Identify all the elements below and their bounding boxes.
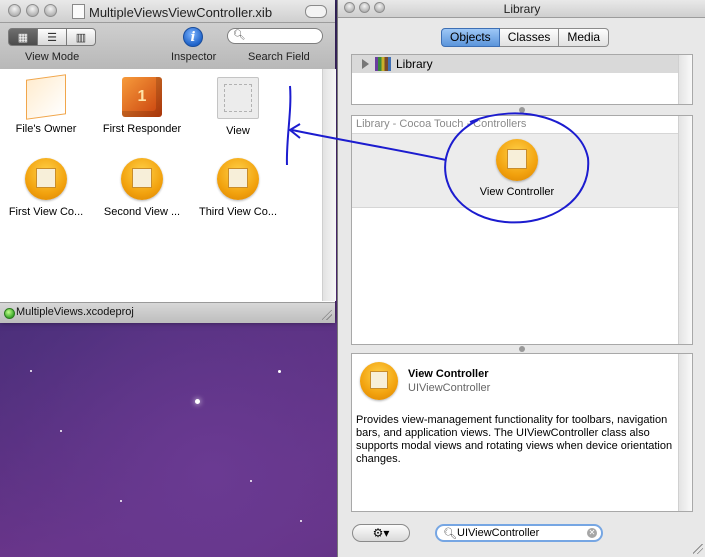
object-label: Second View ... [103, 206, 181, 218]
files-owner-cube-icon [26, 74, 66, 120]
view-mode-label: View Mode [25, 51, 80, 63]
tree-scrollbar[interactable] [678, 55, 692, 104]
view-controller-icon [496, 139, 538, 181]
resize-grip-icon[interactable] [693, 544, 703, 554]
library-detail-pane: View Controller UIViewController Provide… [351, 353, 693, 512]
group-header: Library - Cocoa Touch - Controllers [356, 118, 527, 130]
tree-row-library[interactable]: Library [352, 55, 679, 73]
library-tabs: Objects Classes Media [441, 28, 610, 47]
library-items-pane: Library - Cocoa Touch - Controllers View… [351, 115, 693, 345]
disclosure-triangle-icon[interactable] [362, 59, 369, 69]
column-view-button[interactable]: ▥ [67, 28, 96, 46]
files-owner-object[interactable]: File's Owner [0, 74, 92, 135]
object-label: First View Co... [8, 206, 84, 218]
object-label: First Responder [102, 123, 182, 135]
library-search-value: UIViewController [457, 527, 540, 539]
view-controller-library-item[interactable]: View Controller [462, 139, 572, 198]
project-name[interactable]: MultipleViews.xcodeproj [16, 306, 134, 318]
zoom-button[interactable] [44, 4, 57, 17]
first-view-controller-object[interactable]: First View Co... [0, 158, 92, 218]
object-label: File's Owner [15, 123, 77, 135]
first-responder-cube-icon: 1 [122, 77, 162, 117]
search-field[interactable]: 🔍︎ [227, 28, 323, 44]
third-view-controller-object[interactable]: Third View Co... [192, 158, 284, 218]
search-icon: 🔍︎ [233, 30, 246, 41]
xib-scrollbar[interactable] [322, 69, 336, 301]
tab-objects[interactable]: Objects [441, 28, 500, 47]
tab-media[interactable]: Media [559, 28, 610, 47]
view-controller-icon [25, 158, 67, 200]
library-search-field[interactable]: 🔍︎ UIViewController ✕ [435, 524, 603, 542]
detail-class-name: UIViewController [408, 382, 491, 394]
search-icon: 🔍︎ [443, 528, 457, 540]
xib-document-window: MultipleViewsViewController.xib ▦ ☰ ▥ Vi… [0, 0, 336, 323]
library-titlebar[interactable]: Library [338, 0, 705, 18]
library-books-icon [375, 57, 391, 71]
library-window: Library Objects Classes Media Library Li… [337, 0, 705, 557]
gear-menu-button[interactable]: ⚙▾ [352, 524, 410, 542]
minimize-button[interactable] [26, 4, 39, 17]
view-controller-icon [360, 362, 398, 400]
view-mode-control: ▦ ☰ ▥ [8, 28, 96, 46]
xib-objects-area: File's Owner 1 First Responder View Firs… [0, 69, 322, 301]
first-responder-object[interactable]: 1 First Responder [96, 77, 188, 135]
library-tree-pane: Library [351, 54, 693, 105]
detail-scrollbar[interactable] [678, 354, 692, 511]
view-icon [217, 77, 259, 119]
window-title-wrap: MultipleViewsViewController.xib [72, 4, 272, 20]
clear-search-icon[interactable]: ✕ [587, 528, 597, 538]
tree-label: Library [396, 57, 433, 71]
xib-toolbar: ▦ ☰ ▥ View Mode i Inspector 🔍︎ Search Fi… [0, 23, 335, 70]
search-field-label: Search Field [248, 51, 310, 63]
split-handle[interactable] [519, 107, 525, 113]
view-object[interactable]: View [192, 77, 284, 137]
list-view-button[interactable]: ☰ [38, 28, 67, 46]
detail-description: Provides view-management functionality f… [356, 414, 673, 465]
columns-icon: ▥ [75, 31, 87, 44]
tab-classes[interactable]: Classes [499, 28, 560, 47]
gear-icon: ⚙▾ [372, 526, 390, 540]
window-title: MultipleViewsViewController.xib [89, 5, 273, 20]
inspector-label[interactable]: Inspector [171, 51, 216, 63]
resize-grip-icon[interactable] [322, 310, 332, 320]
window-controls [8, 4, 57, 17]
detail-title: View Controller [408, 368, 489, 380]
close-button[interactable] [8, 4, 21, 17]
object-label: View [226, 125, 250, 137]
icon-view-button[interactable]: ▦ [8, 28, 38, 46]
view-controller-icon [217, 158, 259, 200]
document-icon [72, 4, 85, 19]
split-handle[interactable] [519, 346, 525, 352]
library-item-label: View Controller [479, 186, 555, 198]
project-status-icon [4, 308, 15, 319]
view-controller-icon [121, 158, 163, 200]
xib-titlebar[interactable]: MultipleViewsViewController.xib [0, 0, 335, 23]
grid-icon: ▦ [17, 31, 29, 44]
inspector-icon[interactable]: i [183, 27, 203, 47]
second-view-controller-object[interactable]: Second View ... [96, 158, 188, 218]
detail-icon-wrap [360, 362, 398, 400]
toolbar-toggle-button[interactable] [305, 5, 327, 18]
library-title: Library [503, 2, 541, 16]
project-status-bar: MultipleViews.xcodeproj [0, 302, 335, 323]
items-scrollbar[interactable] [678, 116, 692, 344]
object-label: Third View Co... [198, 206, 278, 218]
list-icon: ☰ [47, 31, 57, 44]
